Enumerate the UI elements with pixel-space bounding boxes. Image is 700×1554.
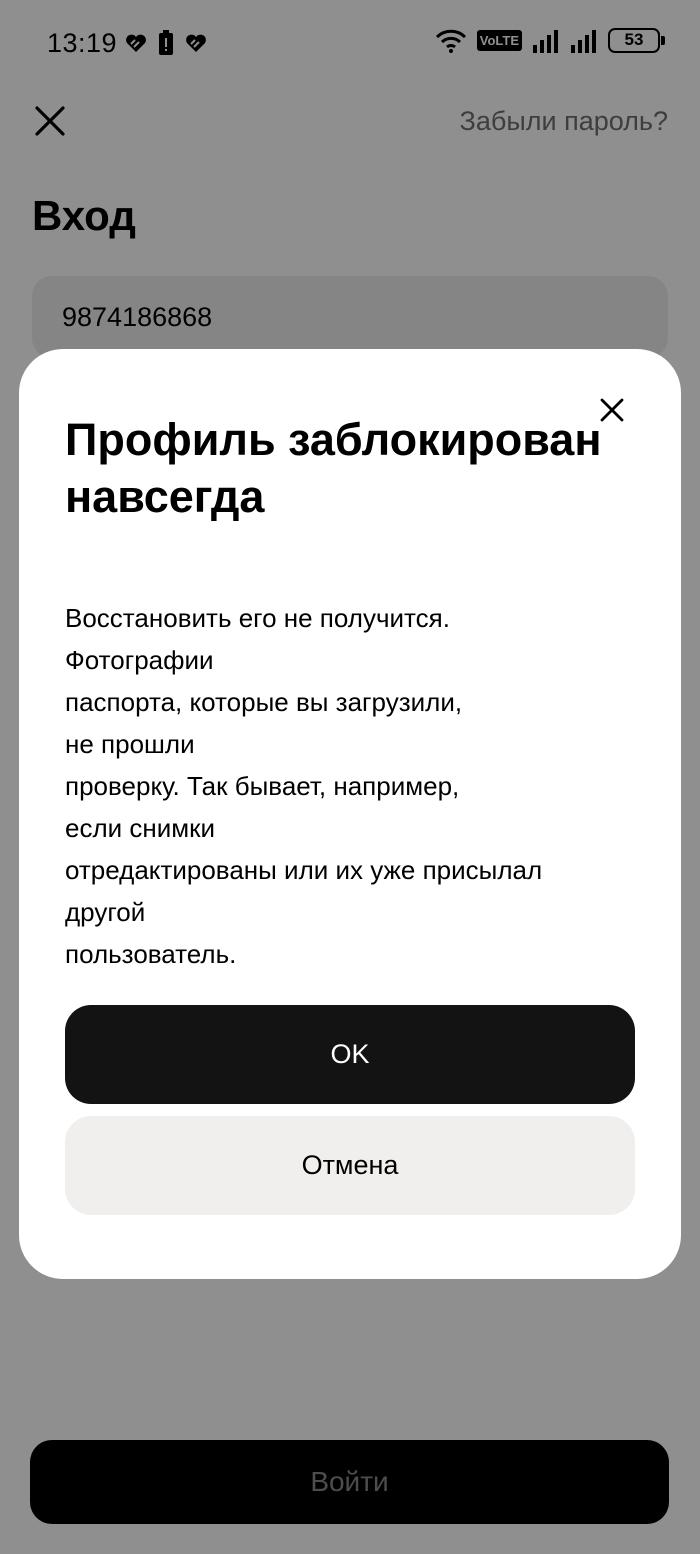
ok-button[interactable]: OK: [65, 1005, 635, 1104]
dialog-message-line: отредактированы или их уже присылал: [65, 855, 543, 885]
login-screen: 13:19 VoLTE 53 Забыли пароль? Вход 98741…: [0, 0, 700, 1554]
dialog-message-line: если снимки: [65, 813, 216, 843]
dialog-message-line: паспорта, которые вы загрузили,: [65, 687, 463, 717]
dialog-message: Восстановить его не получится. Фотографи…: [65, 597, 635, 975]
dialog-message-line: Восстановить его не получится.: [65, 603, 450, 633]
dialog-message-line: не прошли: [65, 729, 195, 759]
dialog-message-line: другой: [65, 897, 146, 927]
dialog-message-line: пользователь.: [65, 939, 237, 969]
dialog-message-line: Фотографии: [65, 645, 214, 675]
dialog-title: Профиль заблокирован навсегда: [65, 414, 602, 522]
blocked-profile-dialog: Профиль заблокирован навсегда Восстанови…: [19, 349, 681, 1279]
cancel-button[interactable]: Отмена: [65, 1116, 635, 1215]
dialog-message-line: проверку. Так бывает, например,: [65, 771, 460, 801]
